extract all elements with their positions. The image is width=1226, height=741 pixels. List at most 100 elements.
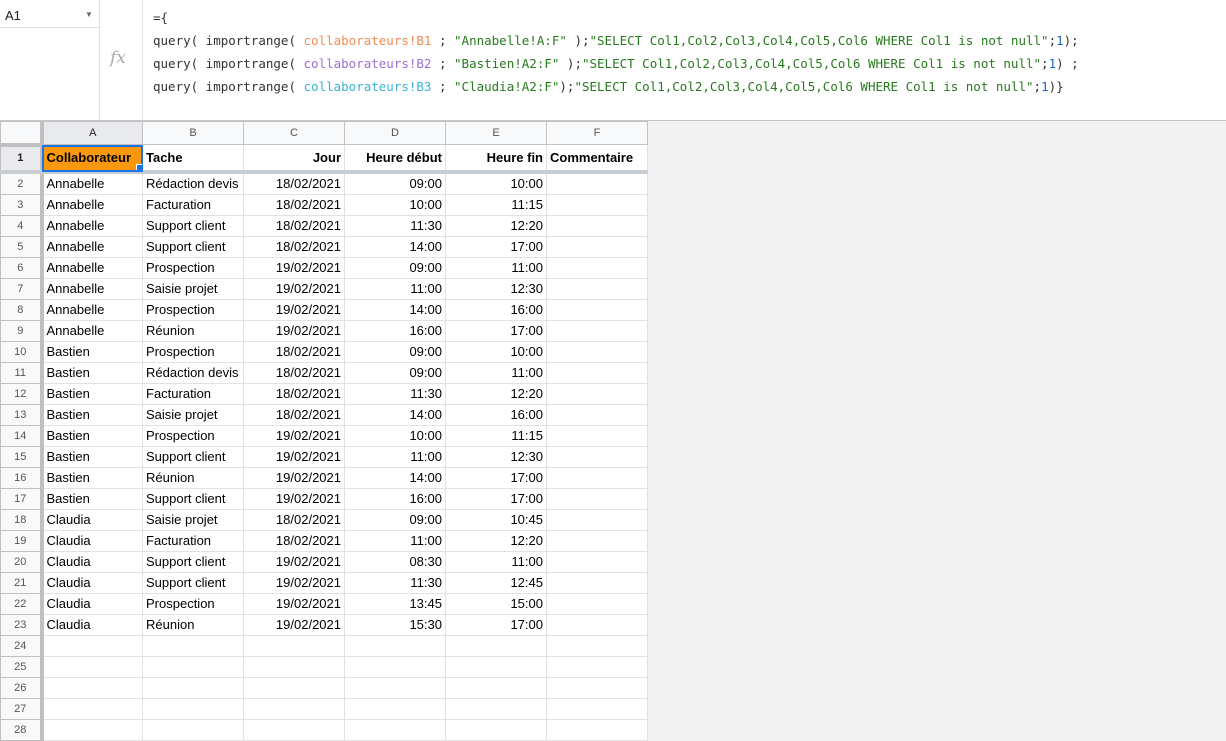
- cell[interactable]: Facturation: [142, 193, 244, 216]
- row-header[interactable]: 8: [0, 298, 44, 321]
- cell[interactable]: [546, 403, 648, 426]
- cell[interactable]: Prospection: [142, 298, 244, 321]
- cell[interactable]: 19/02/2021: [243, 466, 345, 489]
- row-header[interactable]: 5: [0, 235, 44, 258]
- cell[interactable]: 11:15: [445, 193, 547, 216]
- header-cell[interactable]: Jour: [243, 144, 345, 174]
- row-header[interactable]: 10: [0, 340, 44, 363]
- cell[interactable]: Claudia: [41, 550, 143, 573]
- cell[interactable]: 16:00: [344, 487, 446, 510]
- cell[interactable]: [546, 171, 648, 195]
- cell[interactable]: 14:00: [344, 466, 446, 489]
- cell[interactable]: 19/02/2021: [243, 319, 345, 342]
- cell[interactable]: [546, 550, 648, 573]
- cell[interactable]: Support client: [142, 550, 244, 573]
- cell[interactable]: [546, 340, 648, 363]
- fill-handle[interactable]: [136, 163, 142, 168]
- cell[interactable]: 18/02/2021: [243, 171, 345, 195]
- cell[interactable]: [445, 676, 547, 699]
- cell[interactable]: [41, 655, 143, 678]
- header-cell[interactable]: Tache: [142, 144, 244, 174]
- cell[interactable]: Réunion: [142, 319, 244, 342]
- cell[interactable]: 17:00: [445, 613, 547, 636]
- cell[interactable]: 19/02/2021: [243, 424, 345, 447]
- row-header[interactable]: 21: [0, 571, 44, 594]
- row-header[interactable]: 2: [0, 171, 44, 195]
- cell[interactable]: [142, 634, 244, 657]
- cell[interactable]: Annabelle: [41, 235, 143, 258]
- cell[interactable]: 13:45: [344, 592, 446, 615]
- cell[interactable]: [445, 634, 547, 657]
- cell[interactable]: [243, 718, 345, 741]
- cell[interactable]: Annabelle: [41, 256, 143, 279]
- column-header[interactable]: A: [41, 121, 143, 145]
- cell[interactable]: [546, 214, 648, 237]
- cell[interactable]: [546, 445, 648, 468]
- cell[interactable]: Claudia: [41, 508, 143, 531]
- cell[interactable]: 11:30: [344, 571, 446, 594]
- cell[interactable]: Rédaction devis: [142, 361, 244, 384]
- cell[interactable]: [546, 256, 648, 279]
- cell[interactable]: [546, 592, 648, 615]
- cell[interactable]: 12:20: [445, 214, 547, 237]
- row-header[interactable]: 14: [0, 424, 44, 447]
- cell[interactable]: 10:00: [344, 424, 446, 447]
- cell[interactable]: [546, 277, 648, 300]
- row-header[interactable]: 19: [0, 529, 44, 552]
- formula-input[interactable]: ={ query( importrange( collaborateurs!B1…: [153, 6, 1079, 98]
- row-header[interactable]: 28: [0, 718, 44, 741]
- cell[interactable]: Bastien: [41, 487, 143, 510]
- cell-a1[interactable]: Collaborateur: [41, 144, 143, 174]
- cell[interactable]: [546, 718, 648, 741]
- cell[interactable]: 09:00: [344, 256, 446, 279]
- chevron-down-icon[interactable]: ▼: [85, 10, 93, 19]
- cell[interactable]: Support client: [142, 235, 244, 258]
- cell[interactable]: 18/02/2021: [243, 361, 345, 384]
- cell[interactable]: [344, 634, 446, 657]
- cell[interactable]: 11:30: [344, 382, 446, 405]
- cell[interactable]: 19/02/2021: [243, 592, 345, 615]
- cell[interactable]: [41, 697, 143, 720]
- cell[interactable]: Bastien: [41, 382, 143, 405]
- cell[interactable]: 09:00: [344, 340, 446, 363]
- cell[interactable]: [142, 697, 244, 720]
- cell[interactable]: Annabelle: [41, 171, 143, 195]
- cell[interactable]: Saisie projet: [142, 403, 244, 426]
- row-header[interactable]: 3: [0, 193, 44, 216]
- cell[interactable]: 15:00: [445, 592, 547, 615]
- cell[interactable]: 10:45: [445, 508, 547, 531]
- cell[interactable]: 15:30: [344, 613, 446, 636]
- cell[interactable]: 11:30: [344, 214, 446, 237]
- cell[interactable]: [546, 487, 648, 510]
- column-header[interactable]: F: [546, 121, 648, 145]
- cell[interactable]: 18/02/2021: [243, 529, 345, 552]
- row-header[interactable]: 9: [0, 319, 44, 342]
- cell[interactable]: [546, 466, 648, 489]
- cell[interactable]: 09:00: [344, 361, 446, 384]
- cell[interactable]: [546, 676, 648, 699]
- cell[interactable]: Bastien: [41, 403, 143, 426]
- cell[interactable]: 18/02/2021: [243, 214, 345, 237]
- column-header[interactable]: D: [344, 121, 446, 145]
- cell[interactable]: Bastien: [41, 466, 143, 489]
- cell[interactable]: 14:00: [344, 235, 446, 258]
- cell[interactable]: 14:00: [344, 403, 446, 426]
- cell[interactable]: 17:00: [445, 466, 547, 489]
- cell[interactable]: 11:00: [344, 277, 446, 300]
- cell[interactable]: Prospection: [142, 340, 244, 363]
- cell[interactable]: 12:20: [445, 529, 547, 552]
- cell[interactable]: Bastien: [41, 340, 143, 363]
- cell[interactable]: 11:00: [445, 361, 547, 384]
- cell[interactable]: [41, 634, 143, 657]
- cell[interactable]: Claudia: [41, 613, 143, 636]
- cell[interactable]: 17:00: [445, 319, 547, 342]
- cell[interactable]: 12:20: [445, 382, 547, 405]
- row-header[interactable]: 26: [0, 676, 44, 699]
- cell[interactable]: 18/02/2021: [243, 382, 345, 405]
- cell[interactable]: [344, 676, 446, 699]
- cell[interactable]: Support client: [142, 487, 244, 510]
- cell[interactable]: [243, 634, 345, 657]
- row-header[interactable]: 4: [0, 214, 44, 237]
- row-header[interactable]: 16: [0, 466, 44, 489]
- cell[interactable]: [445, 718, 547, 741]
